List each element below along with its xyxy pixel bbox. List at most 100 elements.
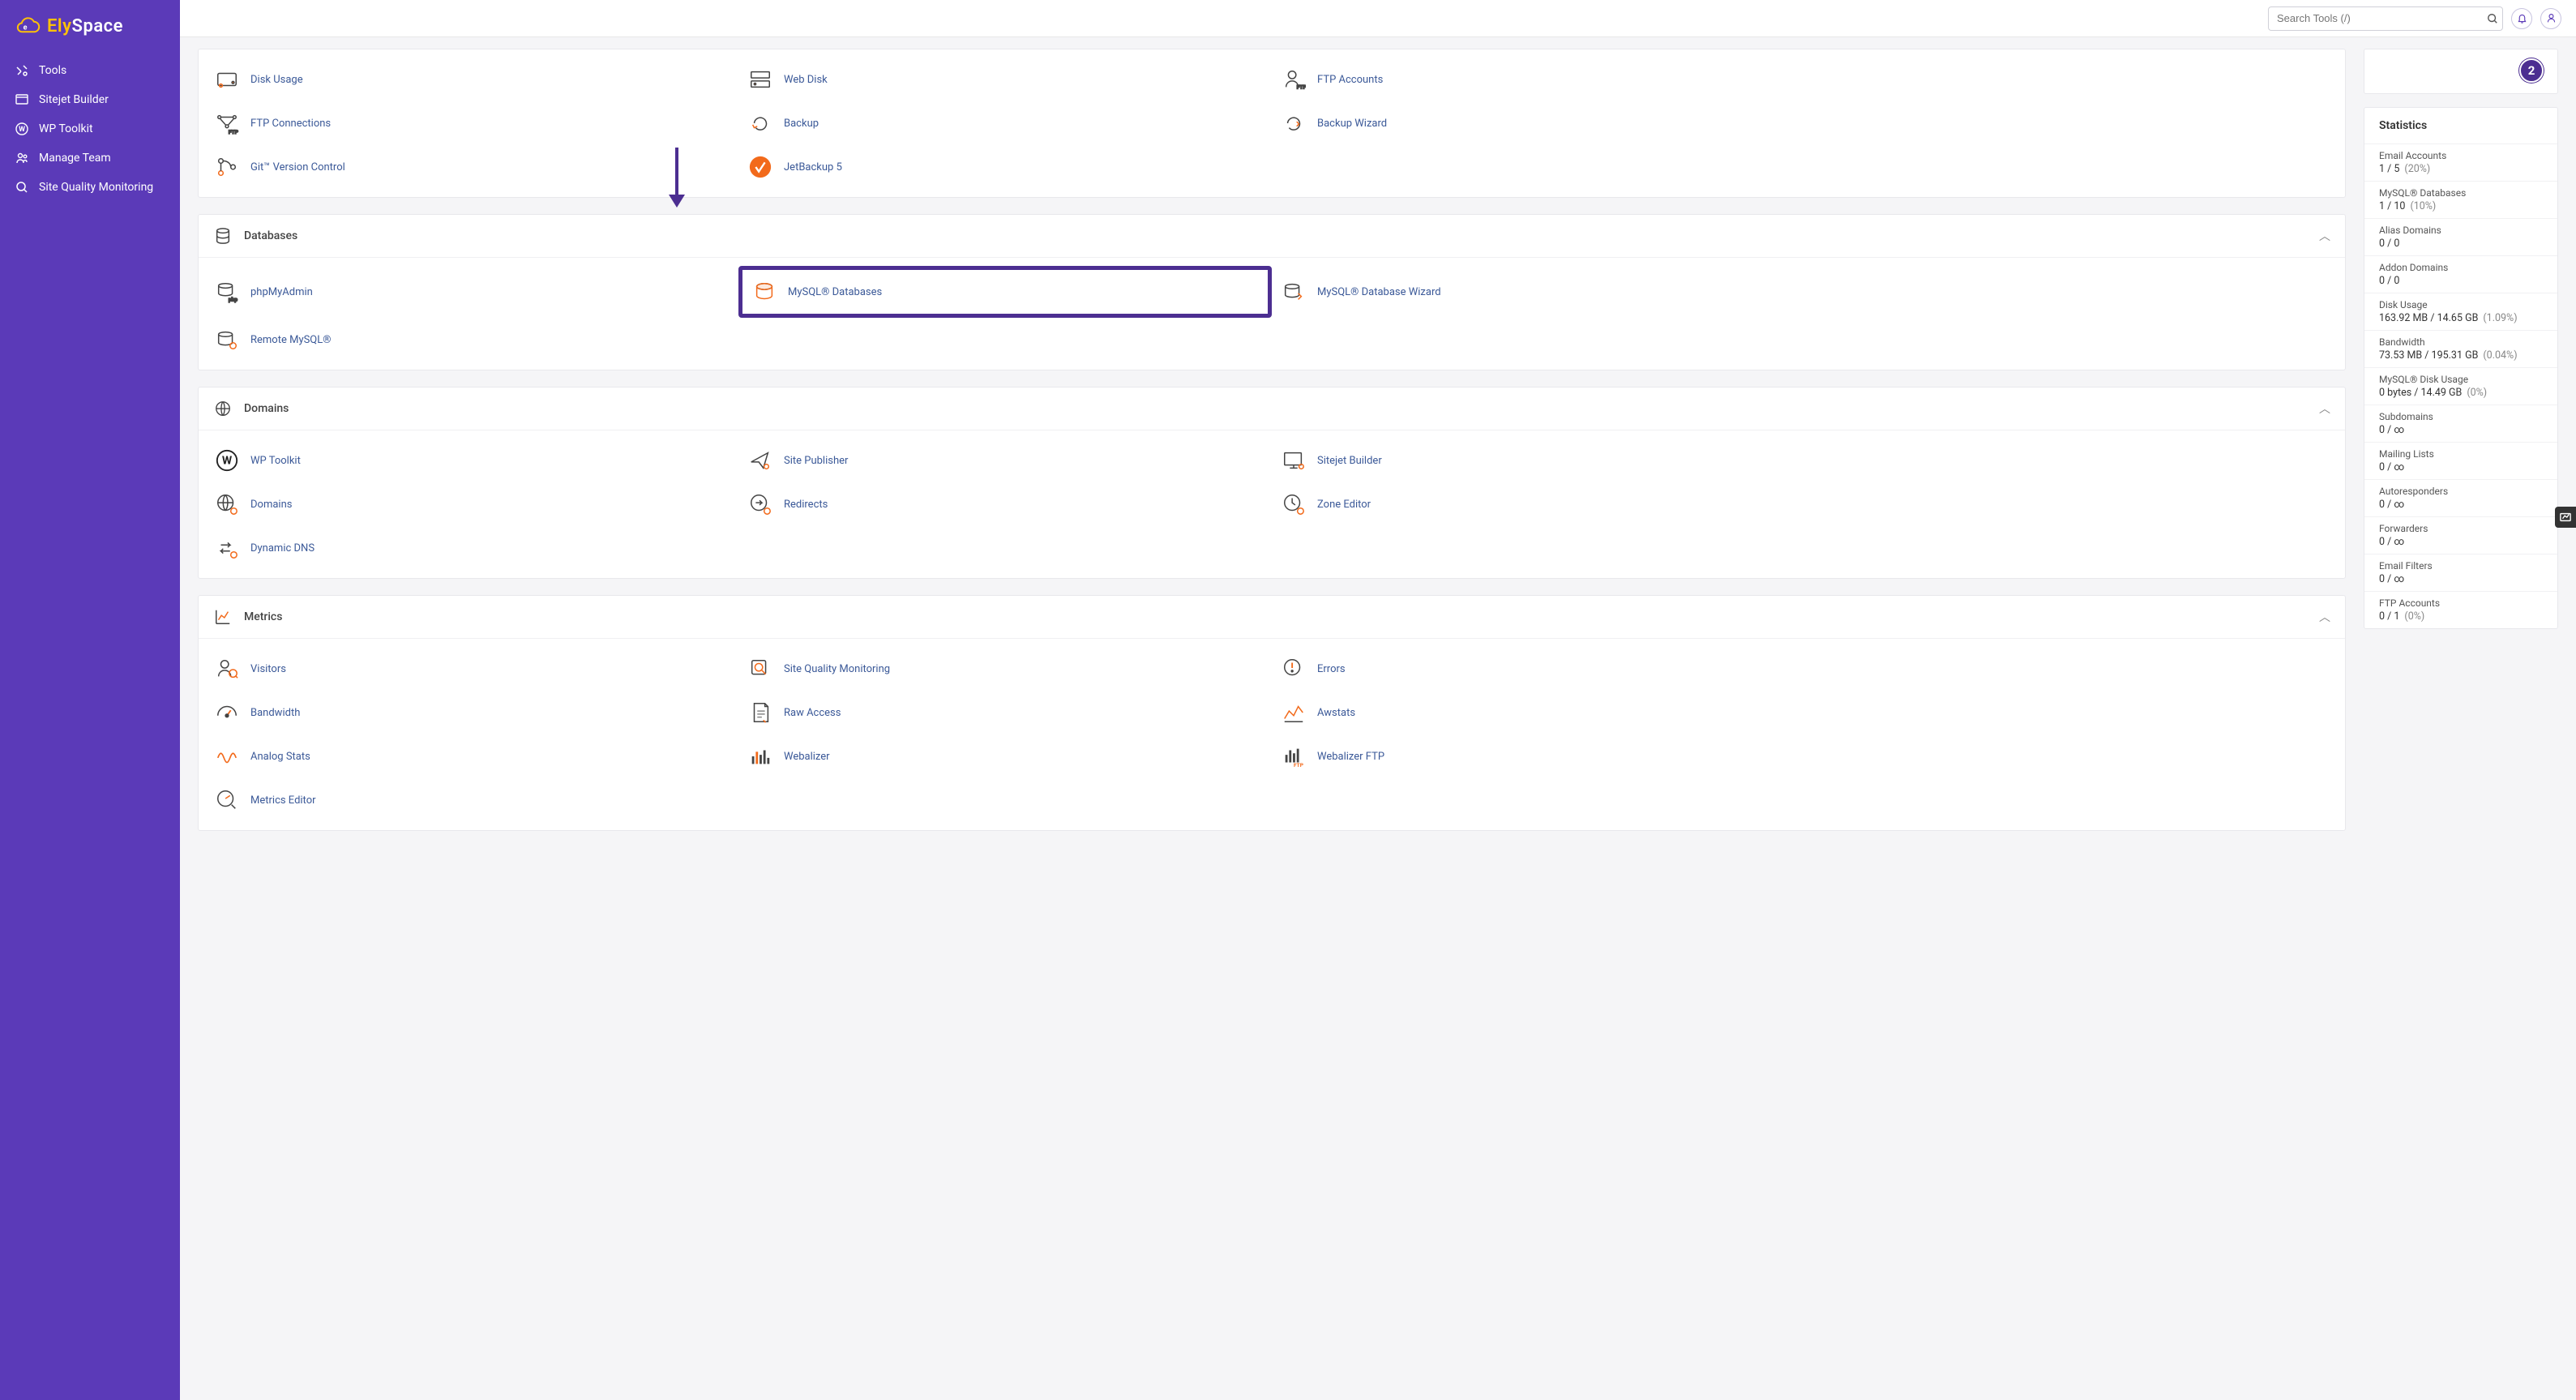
- svg-text:W: W: [19, 126, 25, 134]
- tool-backup[interactable]: Backup: [738, 101, 1272, 145]
- stat-row: Forwarders 0 / ∞: [2364, 516, 2557, 554]
- tool-label: Backup Wizard: [1317, 118, 1387, 130]
- tool-sqm[interactable]: Site Quality Monitoring: [738, 647, 1272, 691]
- tool-redirects[interactable]: Redirects: [738, 482, 1272, 526]
- tool-label: Site Publisher: [784, 455, 848, 467]
- tool-remote-mysql[interactable]: Remote MySQL®: [205, 318, 738, 362]
- tool-visitors[interactable]: Visitors: [205, 647, 738, 691]
- nav-label: Site Quality Monitoring: [39, 181, 153, 194]
- stat-value: 0 / 0: [2379, 238, 2543, 250]
- stat-row: Email Filters0 / ∞: [2364, 554, 2557, 591]
- awstats-icon: [1280, 699, 1307, 726]
- tool-label: Webalizer: [784, 751, 830, 763]
- tool-label: phpMyAdmin: [250, 286, 313, 298]
- stat-label: Bandwidth: [2379, 336, 2543, 348]
- stat-label: Email Accounts: [2379, 150, 2543, 161]
- tool-label: Sitejet Builder: [1317, 455, 1382, 467]
- tool-dynamic-dns[interactable]: Dynamic DNS: [205, 526, 738, 570]
- team-icon: [15, 151, 29, 165]
- tool-sitejet-builder[interactable]: Sitejet Builder: [1272, 439, 1805, 482]
- tool-errors[interactable]: Errors: [1272, 647, 1805, 691]
- search-input[interactable]: [2268, 6, 2503, 31]
- domains-section: Domains ︿ WWP Toolkit Site Publisher Sit…: [198, 387, 2346, 579]
- nav-tools[interactable]: Tools: [0, 56, 180, 85]
- stat-label: Email Filters: [2379, 560, 2543, 572]
- wordpress-icon: W: [15, 122, 29, 136]
- databases-header[interactable]: Databases ︿: [199, 215, 2345, 258]
- tool-site-publisher[interactable]: Site Publisher: [738, 439, 1272, 482]
- tool-disk-usage[interactable]: Disk Usage: [205, 58, 738, 101]
- stat-value: 1 / 5(20%): [2379, 163, 2543, 175]
- ftp-accounts-icon: FTP: [1280, 66, 1307, 93]
- tool-ftp-accounts[interactable]: FTPFTP Accounts: [1272, 58, 1805, 101]
- stat-row: Mailing Lists0 / ∞: [2364, 442, 2557, 479]
- sidebar: e ElySpace Tools Sitejet Builder W WP To…: [0, 0, 180, 1400]
- cloud-logo-icon: e: [13, 17, 42, 36]
- tool-ftp-connections[interactable]: FTP FTP Connections: [205, 101, 738, 145]
- tool-analog-stats[interactable]: Analog Stats: [205, 734, 738, 778]
- brand-logo[interactable]: e ElySpace: [0, 10, 180, 56]
- wordpress-icon: W: [213, 447, 241, 474]
- tool-domains[interactable]: Domains: [205, 482, 738, 526]
- tool-mysql-wizard[interactable]: MySQL® Database Wizard: [1272, 266, 1805, 318]
- tool-webalizer[interactable]: Webalizer: [738, 734, 1272, 778]
- tool-label: Backup: [784, 118, 819, 130]
- stat-percent: (0%): [2467, 387, 2487, 399]
- stat-percent: (0.04%): [2483, 349, 2517, 362]
- nav-sitejet[interactable]: Sitejet Builder: [0, 85, 180, 114]
- metrics-editor-icon: [213, 786, 241, 814]
- tool-label: Redirects: [784, 499, 828, 511]
- tool-label: Dynamic DNS: [250, 542, 315, 554]
- domains-icon: [213, 490, 241, 518]
- notifications-button[interactable]: [2511, 8, 2532, 29]
- tool-label: FTP Connections: [250, 118, 331, 130]
- svg-text:FTP: FTP: [1294, 762, 1303, 769]
- database-section-icon: [213, 226, 233, 246]
- section-title: Databases: [244, 229, 297, 242]
- svg-text:FTP: FTP: [229, 129, 238, 135]
- stat-percent: (1.09%): [2483, 312, 2517, 324]
- svg-text:e: e: [24, 24, 28, 32]
- tool-label: Zone Editor: [1317, 499, 1371, 511]
- metrics-header[interactable]: Metrics ︿: [199, 596, 2345, 639]
- stat-value: 0 / ∞: [2379, 461, 2543, 473]
- tool-webalizer-ftp[interactable]: FTPWebalizer FTP: [1272, 734, 1805, 778]
- tool-mysql-databases[interactable]: MySQL® Databases: [738, 266, 1272, 318]
- tool-label: Remote MySQL®: [250, 334, 331, 346]
- nav-manage-team[interactable]: Manage Team: [0, 143, 180, 173]
- nav-sqm[interactable]: Site Quality Monitoring: [0, 173, 180, 202]
- stat-row: Addon Domains0 / 0: [2364, 255, 2557, 293]
- publisher-icon: [747, 447, 774, 474]
- git-icon: [213, 153, 241, 181]
- tool-git[interactable]: Git™ Version Control: [205, 145, 738, 189]
- user-menu-button[interactable]: [2540, 8, 2561, 29]
- tool-backup-wizard[interactable]: Backup Wizard: [1272, 101, 1805, 145]
- tool-zone-editor[interactable]: Zone Editor: [1272, 482, 1805, 526]
- tool-bandwidth[interactable]: Bandwidth: [205, 691, 738, 734]
- tool-wp-toolkit[interactable]: WWP Toolkit: [205, 439, 738, 482]
- tool-raw-access[interactable]: Raw Access: [738, 691, 1272, 734]
- tool-awstats[interactable]: Awstats: [1272, 691, 1805, 734]
- tool-metrics-editor[interactable]: Metrics Editor: [205, 778, 738, 822]
- redirects-icon: [747, 490, 774, 518]
- stat-label: Alias Domains: [2379, 225, 2543, 236]
- visitors-icon: [213, 655, 241, 683]
- stat-value: 163.92 MB / 14.65 GB(1.09%): [2379, 312, 2543, 324]
- tool-phpmyadmin[interactable]: phpphpMyAdmin: [205, 266, 738, 318]
- stat-label: MySQL® Databases: [2379, 187, 2543, 199]
- stat-label: Subdomains: [2379, 411, 2543, 422]
- floating-analytics-button[interactable]: [2555, 507, 2576, 528]
- stat-row: Bandwidth73.53 MB / 195.31 GB(0.04%): [2364, 330, 2557, 367]
- nav-wptoolkit[interactable]: W WP Toolkit: [0, 114, 180, 143]
- stat-label: Forwarders: [2379, 523, 2543, 534]
- tool-jetbackup[interactable]: JetBackup 5: [738, 145, 1272, 189]
- tool-label: Disk Usage: [250, 74, 303, 86]
- stat-value: 0 / ∞: [2379, 536, 2543, 548]
- stat-value: 0 / 1(0%): [2379, 610, 2543, 623]
- search-wrap: [2268, 6, 2503, 31]
- search-icon[interactable]: [2487, 13, 2498, 24]
- stat-value: 0 / 0: [2379, 275, 2543, 287]
- chevron-up-icon: ︿: [2319, 609, 2330, 625]
- tool-web-disk[interactable]: Web Disk: [738, 58, 1272, 101]
- domains-header[interactable]: Domains ︿: [199, 387, 2345, 430]
